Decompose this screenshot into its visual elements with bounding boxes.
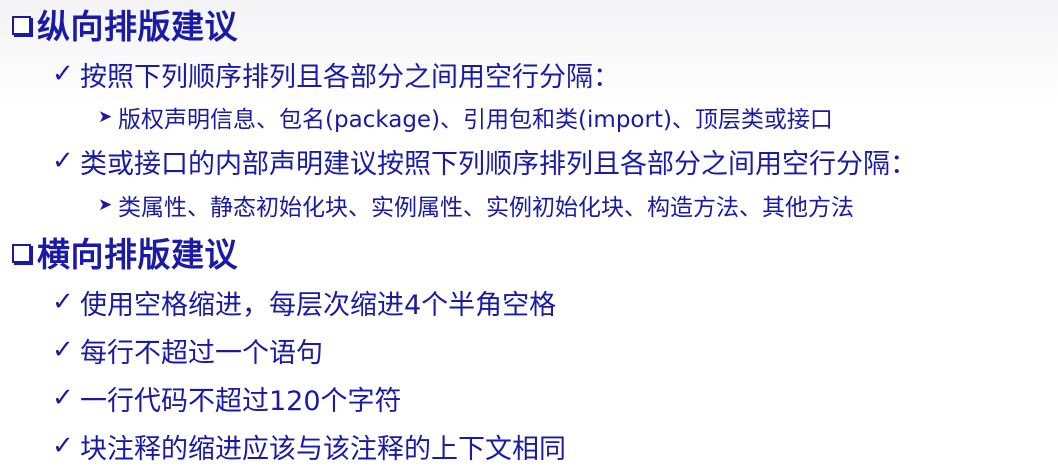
sub-bullet-text: 版权声明信息、包名(package)、引用包和类(import)、顶层类或接口 — [118, 107, 833, 133]
sub-bullet-item: ➤ 版权声明信息、包名(package)、引用包和类(import)、顶层类或接… — [98, 100, 833, 134]
section-heading-vertical: 纵向排版建议 — [12, 2, 238, 46]
bullet-text: 使用空格缩进，每层次缩进4个半角空格 — [80, 289, 557, 321]
section-heading-text: 横向排版建议 — [37, 235, 238, 274]
bullet-text: 一行代码不超过120个字符 — [80, 385, 402, 417]
arrowhead-icon: ➤ — [98, 107, 113, 127]
bullet-item: ✓ 类或接口的内部声明建议按照下列顺序排列且各部分之间用空行分隔： — [52, 141, 917, 181]
bullet-text: 块注释的缩进应该与该注释的上下文相同 — [80, 433, 566, 465]
bullet-item: ✓ 块注释的缩进应该与该注释的上下文相同 — [52, 426, 566, 466]
checkmark-icon: ✓ — [52, 146, 74, 176]
checkbox-square-icon — [12, 15, 31, 35]
bullet-item: ✓ 一行代码不超过120个字符 — [52, 378, 402, 418]
bullet-text: 类或接口的内部声明建议按照下列顺序排列且各部分之间用空行分隔： — [80, 148, 917, 180]
sub-bullet-text: 类属性、静态初始化块、实例属性、实例初始化块、构造方法、其他方法 — [118, 195, 854, 221]
checkmark-icon: ✓ — [52, 287, 74, 317]
bullet-item: ✓ 每行不超过一个语句 — [52, 330, 323, 370]
bullet-text: 每行不超过一个语句 — [80, 337, 323, 369]
bullet-item: ✓ 使用空格缩进，每层次缩进4个半角空格 — [52, 282, 556, 322]
checkmark-icon: ✓ — [52, 383, 74, 413]
slide: 纵向排版建议 ✓ 按照下列顺序排列且各部分之间用空行分隔： ➤ 版权声明信息、包… — [0, 0, 1058, 470]
checkmark-icon: ✓ — [52, 59, 74, 89]
checkbox-square-icon — [12, 243, 31, 263]
section-heading-text: 纵向排版建议 — [37, 7, 238, 46]
checkmark-icon: ✓ — [52, 431, 74, 461]
sub-bullet-item: ➤ 类属性、静态初始化块、实例属性、实例初始化块、构造方法、其他方法 — [98, 188, 854, 222]
bullet-text: 按照下列顺序排列且各部分之间用空行分隔： — [80, 61, 620, 93]
section-heading-horizontal: 横向排版建议 — [12, 230, 238, 274]
checkmark-icon: ✓ — [52, 335, 74, 365]
arrowhead-icon: ➤ — [98, 195, 113, 215]
bullet-item: ✓ 按照下列顺序排列且各部分之间用空行分隔： — [52, 54, 620, 94]
